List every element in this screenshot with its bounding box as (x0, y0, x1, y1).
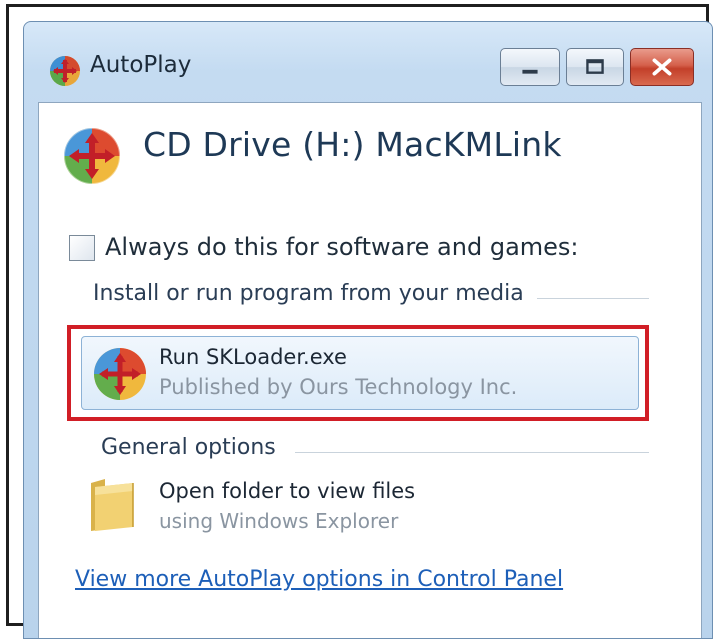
minimize-icon (522, 69, 538, 74)
autoplay-disc-icon (63, 127, 121, 185)
open-folder-subtitle: using Windows Explorer (159, 509, 399, 533)
caption-buttons (24, 48, 712, 86)
always-do-this-label[interactable]: Always do this for software and games: (105, 233, 579, 261)
close-button[interactable] (630, 48, 694, 86)
general-section-divider (295, 452, 649, 453)
autoplay-program-icon (94, 348, 146, 400)
device-title: CD Drive (H:) MacKMLink (143, 125, 562, 164)
run-program-title: Run SKLoader.exe (159, 345, 347, 369)
open-folder-title: Open folder to view files (159, 479, 416, 503)
title-bar[interactable]: AutoPlay (24, 22, 712, 102)
control-panel-link[interactable]: View more AutoPlay options in Control Pa… (75, 567, 563, 592)
always-do-this-checkbox[interactable] (69, 235, 95, 261)
minimize-button[interactable] (500, 48, 560, 86)
close-icon (652, 58, 672, 76)
folder-icon (91, 479, 134, 531)
maximize-button[interactable] (566, 48, 624, 86)
install-section-heading: Install or run program from your media (93, 281, 524, 306)
install-section-divider (537, 298, 649, 299)
screenshot-frame: AutoPlay CD Drive (H:) MacKMLink Always … (6, 4, 713, 639)
run-program-publisher: Published by Ours Technology Inc. (159, 375, 518, 399)
maximize-icon (586, 59, 604, 74)
general-section-heading: General options (101, 435, 276, 460)
